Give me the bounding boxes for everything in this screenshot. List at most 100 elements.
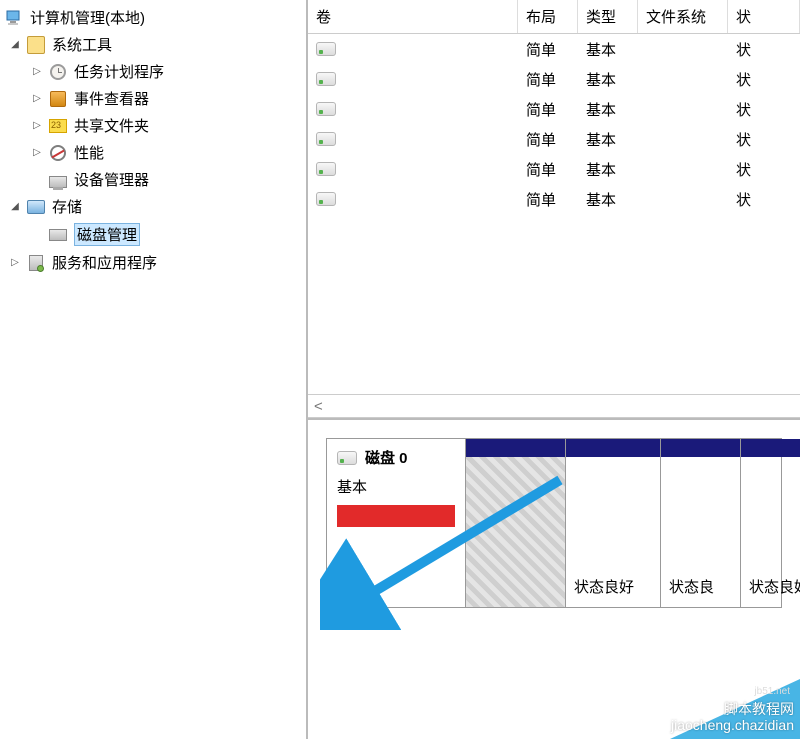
partition[interactable] (466, 439, 566, 607)
volume-row[interactable]: 简单基本状 (308, 94, 800, 124)
horizontal-scrollbar[interactable]: < (308, 394, 800, 418)
col-filesystem[interactable]: 文件系统 (638, 0, 728, 33)
expander-expand-icon[interactable]: ▷ (8, 256, 22, 270)
volumes-header: 卷 布局 类型 文件系统 状 (308, 0, 800, 34)
col-layout[interactable]: 布局 (518, 0, 578, 33)
volume-fs (638, 137, 728, 141)
partition[interactable]: 状态良 (661, 439, 741, 607)
partition[interactable]: 状态良好 (741, 439, 800, 607)
tree-system-tools[interactable]: ◢ 系统工具 (0, 31, 306, 58)
disk-row-0[interactable]: 磁盘 0 基本 状态良好状态良状态良好 (326, 438, 782, 608)
volume-type: 基本 (578, 67, 638, 92)
scroll-left-icon[interactable]: < (314, 398, 323, 415)
volume-fs (638, 107, 728, 111)
volume-icon (316, 102, 336, 116)
volume-row[interactable]: 简单基本 状 (308, 184, 800, 214)
volume-row[interactable]: 简单基本 状 (308, 124, 800, 154)
expander-collapse-icon[interactable]: ◢ (8, 200, 22, 214)
col-type[interactable]: 类型 (578, 0, 638, 33)
volume-icon (316, 132, 336, 146)
tree-storage[interactable]: ◢ 存储 (0, 193, 306, 220)
volume-icon (316, 192, 336, 206)
navigation-tree: 计算机管理(本地) ◢ 系统工具 ▷ 任务计划程序 ▷ 事件查看器 ▷ 共享文件… (0, 0, 308, 739)
redacted-bar (337, 505, 455, 527)
partition-header (566, 439, 660, 457)
partition-status: 状态良好 (749, 576, 800, 597)
disk-icon (337, 451, 357, 465)
volume-status: 状 (728, 37, 800, 62)
tree-task-scheduler[interactable]: ▷ 任务计划程序 (0, 58, 306, 85)
clock-icon (48, 62, 68, 82)
volume-type: 基本 (578, 127, 638, 152)
volume-layout: 简单 (518, 157, 578, 182)
expander-collapse-icon[interactable]: ◢ (8, 38, 22, 52)
tree-label: 系统工具 (52, 34, 112, 55)
tools-icon (26, 35, 46, 55)
watermark-small: jb51.net (754, 686, 790, 697)
volume-status: 状 (728, 67, 800, 92)
tree-label: 共享文件夹 (74, 115, 149, 136)
tree-disk-management[interactable]: 磁盘管理 (0, 220, 306, 249)
partition-status: 状态良 (669, 576, 714, 597)
volume-row[interactable]: 简单基本 状 (308, 154, 800, 184)
partition-body: 状态良好 (741, 457, 800, 607)
tree-root-label: 计算机管理(本地) (30, 7, 145, 28)
partition-body (466, 457, 565, 607)
col-volume[interactable]: 卷 (308, 0, 518, 33)
disk-management-icon (48, 225, 68, 245)
volume-status: 状 (728, 127, 800, 152)
disk-info: 磁盘 0 基本 (327, 439, 466, 607)
event-icon (48, 89, 68, 109)
right-panel: 卷 布局 类型 文件系统 状 简单基本状简单基本状简单基本状简单基本状简单基本状… (308, 0, 800, 739)
tree-label: 设备管理器 (74, 169, 149, 190)
expander-expand-icon[interactable]: ▷ (30, 119, 44, 133)
tree-services-apps[interactable]: ▷ 服务和应用程序 (0, 249, 306, 276)
storage-icon (26, 197, 46, 217)
partition[interactable]: 状态良好 (566, 439, 661, 607)
tree-label-selected: 磁盘管理 (74, 223, 140, 246)
partition-body: 状态良好 (566, 457, 660, 607)
tree-shared-folders[interactable]: ▷ 共享文件夹 (0, 112, 306, 139)
tree-label: 性能 (74, 142, 104, 163)
volumes-list: 卷 布局 类型 文件系统 状 简单基本状简单基本状简单基本状简单基本状简单基本状… (308, 0, 800, 214)
expander-expand-icon[interactable]: ▷ (30, 92, 44, 106)
volume-type: 基本 (578, 187, 638, 212)
disk-type: 基本 (337, 476, 455, 497)
expander-expand-icon[interactable]: ▷ (30, 65, 44, 79)
volume-type: 基本 (578, 157, 638, 182)
volume-row[interactable]: 简单基本状 (308, 34, 800, 64)
partition-body: 状态良 (661, 457, 740, 607)
share-icon (48, 116, 68, 136)
tree-event-viewer[interactable]: ▷ 事件查看器 (0, 85, 306, 112)
watermark: jb51.net 脚本教程网 jiaocheng.chazidian (630, 679, 800, 739)
watermark-line2: jiaocheng.chazidian (671, 717, 794, 733)
volume-status: 状 (728, 97, 800, 122)
tree-label: 存储 (52, 196, 82, 217)
expander-expand-icon[interactable]: ▷ (30, 146, 44, 160)
volume-icon (316, 162, 336, 176)
partition-header (661, 439, 740, 457)
redacted-bar-2 (337, 533, 385, 551)
volume-layout: 简单 (518, 127, 578, 152)
volume-layout: 简单 (518, 187, 578, 212)
tree-label: 事件查看器 (74, 88, 149, 109)
volume-fs (638, 47, 728, 51)
device-manager-icon (48, 170, 68, 190)
performance-icon (48, 143, 68, 163)
volume-fs (638, 197, 728, 201)
volume-row[interactable]: 简单基本 状 (308, 64, 800, 94)
volume-fs (638, 77, 728, 81)
tree-device-manager[interactable]: 设备管理器 (0, 166, 306, 193)
volume-status: 状 (728, 157, 800, 182)
volume-layout: 简单 (518, 67, 578, 92)
col-status[interactable]: 状 (728, 0, 800, 33)
partition-header (741, 439, 800, 457)
partition-status: 状态良好 (574, 576, 634, 597)
tree-root[interactable]: 计算机管理(本地) (0, 4, 306, 31)
volume-type: 基本 (578, 97, 638, 122)
tree-performance[interactable]: ▷ 性能 (0, 139, 306, 166)
volume-type: 基本 (578, 37, 638, 62)
watermark-line1: 脚本教程网 (724, 701, 794, 717)
volume-status: 状 (728, 187, 800, 212)
partition-header (466, 439, 565, 457)
